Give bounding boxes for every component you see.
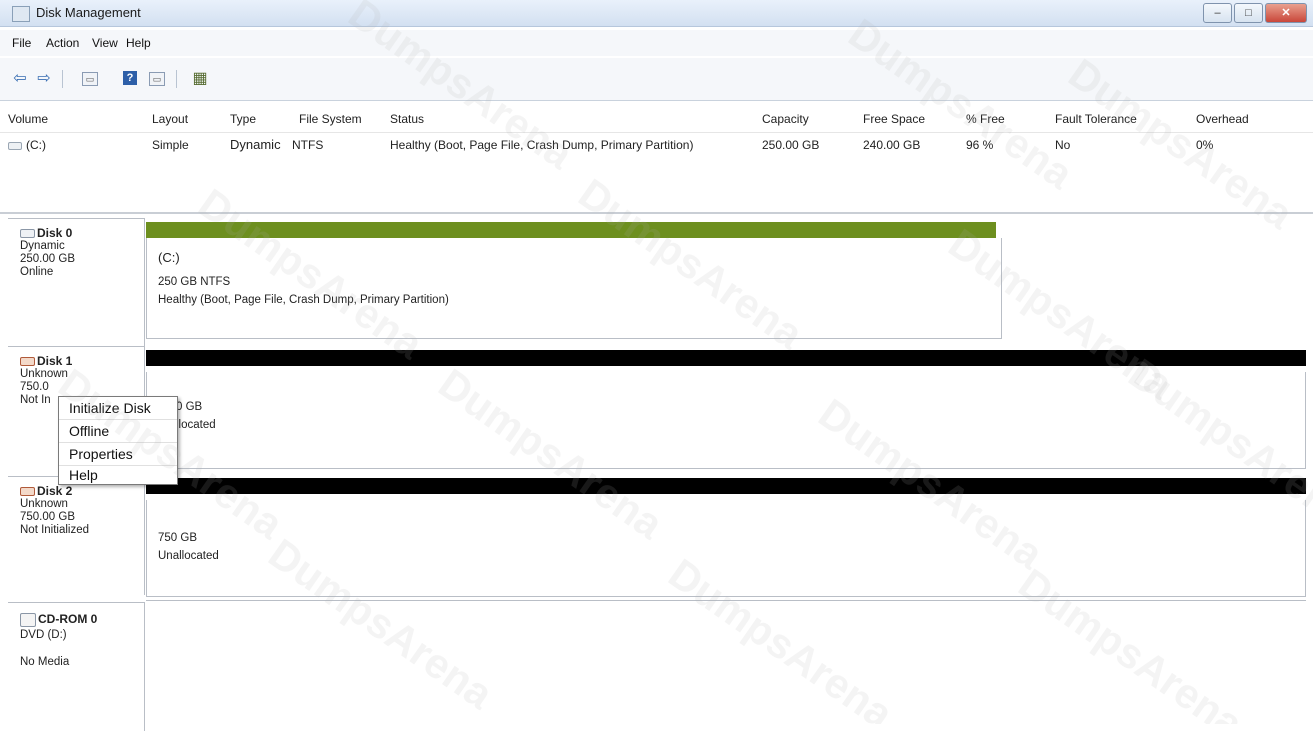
window-title: Disk Management [36, 5, 141, 20]
cdrom-0-area [146, 600, 1306, 721]
disk-2-partition-box [146, 500, 1306, 597]
column-layout[interactable]: Layout [152, 112, 188, 126]
help-menu-item[interactable]: Help [59, 466, 177, 484]
disk-1-partition-size: 0 GB [176, 401, 203, 413]
disk-2-type: Unknown [20, 498, 68, 510]
menu-bar: File Action View Help [0, 30, 1313, 56]
fault-tolerance-cell: No [1055, 138, 1071, 152]
disk-0-size: 250.00 GB [20, 253, 75, 265]
disk-1-name: Disk 1 [20, 355, 144, 368]
disk-2-name: Disk 2 [20, 485, 144, 498]
type-cell: Dynamic [230, 137, 281, 152]
back-arrow-icon[interactable]: ⇦ [10, 68, 30, 88]
disk-0-name-text: Disk 0 [37, 226, 73, 240]
disk-2-name-text: Disk 2 [37, 484, 73, 498]
cdrom-0-name: CD-ROM 0 [20, 613, 144, 627]
disk-1-partition-status: llocated [176, 419, 216, 431]
status-cell: Healthy (Boot, Page File, Crash Dump, Pr… [390, 138, 694, 152]
disk-warning-icon [20, 487, 35, 497]
disk-2-partition[interactable]: 750 GB Unallocated [146, 478, 1306, 597]
disk-0-partition-bar [146, 222, 996, 238]
disk-1-partition[interactable]: 0 GB llocated [146, 350, 1306, 469]
column-type[interactable]: Type [230, 112, 256, 126]
column-percent-free[interactable]: % Free [966, 112, 1005, 126]
close-button[interactable]: ✕ [1265, 3, 1307, 23]
offline-menu-item[interactable]: Offline [59, 420, 177, 443]
cdrom-0-name-text: CD-ROM 0 [38, 612, 98, 627]
volume-list-header: Volume Layout Type File System Status Ca… [0, 104, 1313, 133]
volume-row[interactable]: (C:) Simple Dynamic NTFS Healthy (Boot, … [0, 134, 1313, 156]
toolbar-separator [176, 70, 177, 88]
cdrom-0-label[interactable]: CD-ROM 0 DVD (D:) No Media [8, 602, 145, 731]
disk-0-partition[interactable]: (C:) 250 GB NTFS Healthy (Boot, Page Fil… [146, 220, 1002, 340]
help-icon[interactable]: ? [123, 71, 137, 85]
percent-free-cell: 96 % [966, 138, 994, 152]
toolbar: ⇦ ⇨ ▭ ? ▭ ▦ [0, 58, 1313, 101]
window-controls: – □ ✕ [1203, 3, 1307, 23]
column-file-system[interactable]: File System [299, 112, 362, 126]
disk-0-type: Dynamic [20, 240, 65, 252]
disk-2-partition-size: 750 GB [158, 532, 197, 544]
file-system-cell: NTFS [292, 138, 324, 152]
menu-help[interactable]: Help [126, 36, 151, 50]
column-free-space[interactable]: Free Space [863, 112, 925, 126]
context-menu: Initialize Disk Offline Properties Help [58, 396, 178, 485]
column-fault-tolerance[interactable]: Fault Tolerance [1055, 112, 1137, 126]
cdrom-0-status: No Media [20, 656, 70, 668]
disk-management-app-icon [12, 6, 30, 22]
overhead-cell: 0% [1196, 138, 1214, 152]
disk-2-status: Not Initialized [20, 524, 90, 536]
column-overhead[interactable]: Overhead [1196, 112, 1249, 126]
disk-warning-icon [20, 357, 35, 367]
menu-view[interactable]: View [92, 36, 118, 50]
column-capacity[interactable]: Capacity [762, 112, 809, 126]
volume-icon [8, 141, 22, 150]
column-volume[interactable]: Volume [8, 112, 48, 126]
disk-1-partition-bar [146, 350, 1306, 366]
properties-menu-item[interactable]: Properties [59, 443, 177, 466]
title-bar: Disk Management – □ ✕ [0, 0, 1313, 27]
disk-2-size: 750.00 GB [20, 511, 75, 523]
disk-0-partition-size: 250 GB NTFS [158, 276, 231, 288]
disk-0-partition-status: Healthy (Boot, Page File, Crash Dump, Pr… [158, 294, 449, 306]
disk-1-type: Unknown [20, 368, 68, 380]
toolbar-separator [62, 70, 63, 88]
capacity-cell: 250.00 GB [762, 138, 820, 152]
free-space-cell: 240.00 GB [863, 138, 921, 152]
disk-2-label[interactable]: Disk 2 Unknown 750.00 GB Not Initialized [8, 476, 145, 595]
disk-2-partition-status: Unallocated [158, 550, 219, 562]
view-icon[interactable]: ▭ [149, 72, 165, 86]
disk-1-name-text: Disk 1 [37, 354, 73, 368]
column-status[interactable]: Status [390, 112, 424, 126]
volume-name: (C:) [26, 138, 46, 152]
volume-cell: (C:) [8, 138, 46, 152]
layout-cell: Simple [152, 138, 189, 152]
minimize-button[interactable]: – [1203, 3, 1232, 23]
disk-0-partition-box [146, 238, 1002, 339]
disk-1-size: 750.0 [20, 381, 49, 393]
maximize-button[interactable]: □ [1234, 3, 1263, 23]
initialize-disk-menu-item[interactable]: Initialize Disk [59, 397, 177, 420]
menu-file[interactable]: File [12, 36, 31, 50]
menu-action[interactable]: Action [46, 36, 79, 50]
cdrom-icon [20, 613, 36, 627]
disk-0-name: Disk 0 [20, 227, 144, 240]
settings-icon[interactable]: ▦ [190, 68, 210, 88]
properties-icon[interactable]: ▭ [82, 72, 98, 86]
disk-0-status: Online [20, 266, 54, 278]
disk-icon [20, 229, 35, 239]
disk-1-partition-box [146, 372, 1306, 469]
disk-0-partition-label: (C:) [158, 250, 180, 265]
forward-arrow-icon[interactable]: ⇨ [34, 68, 54, 88]
disk-2-partition-bar [146, 478, 1306, 494]
cdrom-0-type: DVD (D:) [20, 629, 67, 641]
pane-splitter[interactable] [0, 212, 1313, 214]
disk-0-label[interactable]: Disk 0 Dynamic 250.00 GB Online [8, 218, 145, 347]
